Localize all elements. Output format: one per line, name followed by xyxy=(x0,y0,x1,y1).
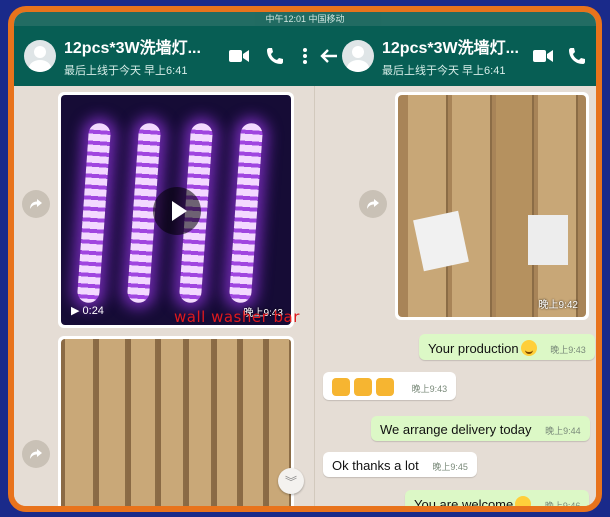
incoming-message: Ok thanks a lot 晚上9:45 xyxy=(323,452,477,477)
chat-header-left: 12pcs*3W洗墙灯... 最后上线于今天 早上6:41 xyxy=(14,26,314,86)
forward-icon[interactable] xyxy=(22,440,50,468)
last-seen: 最后上线于今天 早上6:41 xyxy=(382,65,506,77)
message-time: 晚上9:43 xyxy=(550,345,586,355)
message-time: 晚上9:44 xyxy=(545,426,581,436)
grin-emoji-icon xyxy=(520,340,537,356)
scroll-down-icon[interactable]: ︾ xyxy=(278,468,304,494)
image-message[interactable]: 晚上9:42 xyxy=(395,92,589,320)
chat-area-left[interactable]: ▶ 0:24 晚上9:43 xyxy=(14,86,314,506)
more-icon[interactable] xyxy=(300,43,310,69)
thumbs-up-icon xyxy=(332,378,350,396)
outgoing-message: Your production 晚上9:43 xyxy=(419,334,595,360)
forward-icon[interactable] xyxy=(359,190,387,218)
status-bar: 中午12:01 中国移动 xyxy=(14,12,596,26)
play-icon[interactable] xyxy=(153,187,201,235)
watermark-label: wall washer bar xyxy=(174,308,300,326)
wall-washer-video-thumbnail: ▶ 0:24 晚上9:43 xyxy=(61,95,291,325)
message-text: We arrange delivery today xyxy=(380,422,532,437)
avatar[interactable] xyxy=(24,40,56,72)
chat-area-right[interactable]: 晚上9:42 Your production 晚上9:43 晚上9:43 We … xyxy=(314,86,596,506)
phone-icon[interactable] xyxy=(564,43,590,69)
screenshot-frame: 中午12:01 中国移动 12pcs*3W洗墙灯... 最后上线于今天 早上6:… xyxy=(8,6,602,512)
message-time: 晚上9:45 xyxy=(432,462,468,472)
contact-name[interactable]: 12pcs*3W洗墙灯... xyxy=(382,34,530,58)
message-text: Ok thanks a lot xyxy=(332,458,419,473)
image-message[interactable] xyxy=(58,336,294,506)
message-time: 晚上9:43 xyxy=(411,384,448,394)
video-duration: ▶ 0:24 xyxy=(71,305,104,317)
incoming-message: 晚上9:43 xyxy=(323,372,457,400)
forward-icon[interactable] xyxy=(22,190,50,218)
message-text: Your production xyxy=(428,341,519,356)
boxed-products-photo: 晚上9:42 xyxy=(398,95,586,317)
outgoing-message: You are welcome 晚上9:46 xyxy=(405,490,590,512)
outgoing-message: We arrange delivery today 晚上9:44 xyxy=(371,416,590,441)
message-text: You are welcome xyxy=(414,497,514,512)
last-seen: 最后上线于今天 早上6:41 xyxy=(64,65,188,77)
packed-boxes-photo xyxy=(61,339,291,506)
back-arrow-icon[interactable] xyxy=(316,43,342,69)
thumbs-up-icon xyxy=(354,378,372,396)
avatar[interactable] xyxy=(342,40,374,72)
video-call-icon[interactable] xyxy=(530,43,556,69)
thumbs-up-icon xyxy=(376,378,394,396)
message-time: 晚上9:46 xyxy=(544,501,581,511)
message-time: 晚上9:42 xyxy=(538,300,578,311)
grin-emoji-icon xyxy=(515,496,532,506)
chat-header-right: 12pcs*3W洗墙灯... 最后上线于今天 早上6:41 xyxy=(314,26,596,86)
video-call-icon[interactable] xyxy=(226,43,252,69)
contact-name[interactable]: 12pcs*3W洗墙灯... xyxy=(64,34,226,58)
phone-icon[interactable] xyxy=(262,43,288,69)
video-message[interactable]: ▶ 0:24 晚上9:43 xyxy=(58,92,294,328)
